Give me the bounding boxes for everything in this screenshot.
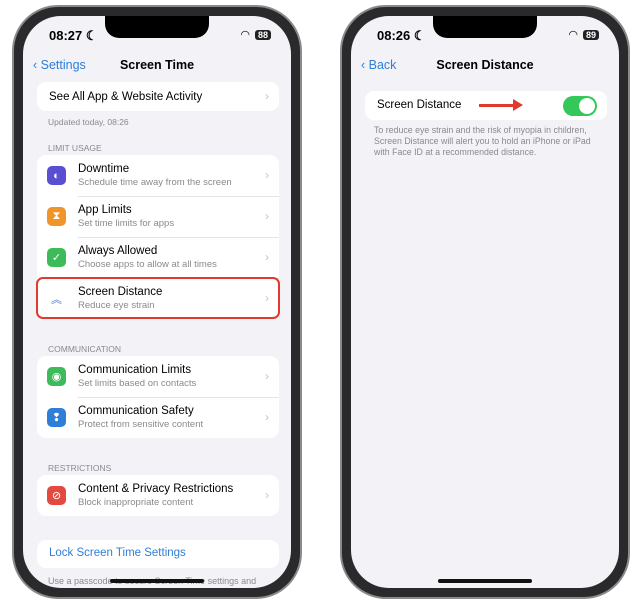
hourglass-icon: ⧗: [47, 207, 66, 226]
item-subtitle: Choose apps to allow at all times: [78, 259, 217, 270]
chevron-right-icon: ›: [265, 250, 269, 264]
lock-settings-button[interactable]: Lock Screen Time Settings: [37, 540, 279, 568]
item-title: App Limits: [78, 204, 132, 216]
home-indicator[interactable]: [438, 579, 532, 583]
downtime-icon: ◐: [47, 166, 66, 185]
battery-icon: 88: [254, 29, 271, 40]
chevron-right-icon: ›: [265, 369, 269, 383]
red-arrow-icon: [479, 99, 523, 111]
checkmark-icon: ✓: [47, 248, 66, 267]
page-title: Screen Time: [119, 58, 195, 72]
person-icon: ◉: [47, 367, 66, 386]
chevron-right-icon: ›: [265, 209, 269, 223]
no-entry-icon: ⊘: [47, 486, 66, 505]
iphone-left: 08:27 ☾ ◠ 88 ‹ Settings Screen Time See A…: [12, 5, 302, 599]
list-item-app-limits[interactable]: ⧗ App Limits Set time limits for apps ›: [37, 196, 279, 237]
status-time: 08:27 ☾: [49, 28, 98, 43]
wifi-icon: ◠: [240, 29, 250, 41]
item-subtitle: Set limits based on contacts: [78, 378, 197, 389]
see-all-activity[interactable]: See All App & Website Activity ›: [37, 82, 279, 111]
chevron-left-icon: ‹: [33, 58, 41, 72]
nav-bar: ‹ Settings Screen Time: [23, 58, 291, 78]
screen-distance-screen: 08:26 ☾ ◠ 89 ‹ Back Screen Distance Scree…: [351, 16, 619, 588]
chevron-left-icon: ‹: [361, 58, 369, 72]
wifi-icon: ◠: [568, 29, 578, 41]
screen-time-screen: 08:27 ☾ ◠ 88 ‹ Settings Screen Time See A…: [23, 16, 291, 588]
list-item-always-allowed[interactable]: ✓ Always Allowed Choose apps to allow at a…: [37, 237, 279, 278]
item-subtitle: Set time limits for apps: [78, 218, 175, 229]
battery-icon: 89: [582, 29, 599, 40]
nav-bar: ‹ Back Screen Distance: [351, 58, 619, 78]
communication-card: ◉ Communication Limits Set limits based on…: [37, 356, 279, 438]
list-item-downtime[interactable]: ◐ Downtime Schedule time away from the scr…: [37, 155, 279, 196]
screen-distance-toggle[interactable]: [563, 96, 597, 116]
chevron-right-icon: ›: [265, 488, 269, 502]
notch: [105, 16, 209, 38]
label: See All App & Website Activity: [49, 90, 203, 103]
highlight-box: [36, 277, 280, 319]
item-title: Communication Limits: [78, 364, 192, 376]
list-item-content-privacy-restrictions[interactable]: ⊘ Content & Privacy Restrictions Block ina…: [37, 475, 279, 516]
item-subtitle: Block inappropriate content: [78, 497, 194, 508]
status-time: 08:26 ☾: [377, 28, 426, 43]
screen-distance-row: Screen Distance: [365, 91, 607, 120]
page-title: Screen Distance: [436, 58, 534, 72]
status-icons: ◠ 88: [240, 28, 271, 41]
item-subtitle: Protect from sensitive content: [78, 419, 204, 430]
back-button[interactable]: ‹ Settings: [33, 58, 86, 72]
toggle-label: Screen Distance: [377, 99, 462, 111]
item-subtitle: Schedule time away from the screen: [78, 177, 232, 188]
section-restrictions: RESTRICTIONS: [48, 463, 112, 473]
section-communication: COMMUNICATION: [48, 344, 122, 354]
chevron-right-icon: ›: [265, 410, 269, 424]
chat-icon: ❢: [47, 408, 66, 427]
chevron-right-icon: ›: [265, 168, 269, 182]
home-indicator[interactable]: [110, 579, 204, 583]
chevron-right-icon: ›: [265, 89, 269, 103]
updated-text: Updated today, 08:26: [48, 117, 129, 127]
description-text: To reduce eye strain and the risk of myo…: [374, 125, 591, 157]
moon-icon: ☾: [85, 28, 98, 43]
iphone-right: 08:26 ☾ ◠ 89 ‹ Back Screen Distance Scree…: [340, 5, 630, 599]
list-item-communication-safety[interactable]: ❢ Communication Safety Protect from sensit…: [37, 397, 279, 438]
notch: [433, 16, 537, 38]
status-icons: ◠ 89: [568, 28, 599, 41]
section-limit-usage: LIMIT USAGE: [48, 143, 102, 153]
item-title: Downtime: [78, 163, 130, 175]
moon-icon: ☾: [413, 28, 426, 43]
item-title: Always Allowed: [78, 245, 158, 257]
restrictions-card: ⊘ Content & Privacy Restrictions Block ina…: [37, 475, 279, 516]
list-item-communication-limits[interactable]: ◉ Communication Limits Set limits based on…: [37, 356, 279, 397]
back-button[interactable]: ‹ Back: [361, 58, 396, 72]
item-title: Content & Privacy Restrictions: [78, 483, 234, 495]
item-title: Communication Safety: [78, 405, 194, 417]
